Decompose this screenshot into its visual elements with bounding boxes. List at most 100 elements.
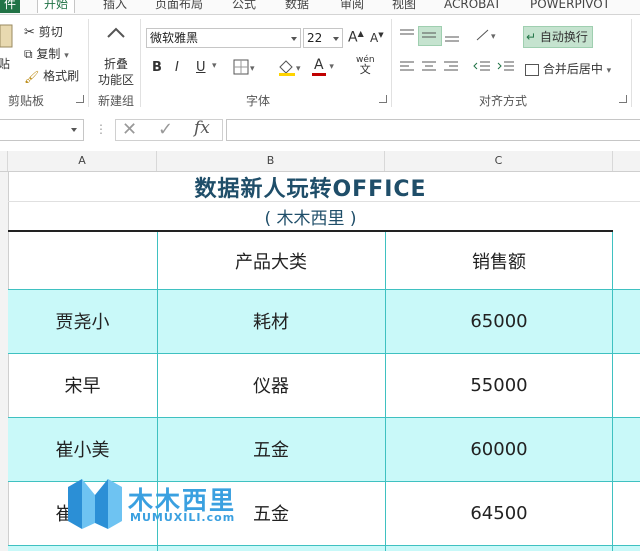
tab-home[interactable]: 开始 [37,0,76,13]
name-box[interactable] [0,119,84,141]
font-color-letter: A [312,57,326,76]
merge-center-label: 合并后居中 [542,62,603,76]
align-right-button[interactable] [442,60,460,77]
header-cell-a[interactable] [8,232,157,289]
tab-formulas[interactable]: 公式 [232,0,256,13]
align-bottom-button[interactable] [443,27,461,46]
format-painter-button[interactable]: 🖌 格式刷 [24,67,79,84]
formula-input[interactable] [226,119,640,141]
table-cell-name[interactable]: 宋早 [8,353,157,417]
collapse-ribbon-icon[interactable] [106,25,126,42]
tab-data[interactable]: 数据 [285,0,309,13]
enter-icon[interactable]: ✓ [158,119,173,140]
watermark-m-icon [68,479,122,529]
sheet-title-cell[interactable]: 数据新人玩转OFFICE [8,172,613,202]
table-cell-category[interactable]: 仪器 [157,353,385,417]
column-header-c[interactable]: C [385,151,613,171]
bold-button[interactable]: B [152,60,162,75]
table-cell-sales[interactable]: 65000 [385,289,613,353]
tab-page-layout[interactable]: 页面布局 [155,0,203,13]
paste-button[interactable] [0,21,14,49]
grid-line [8,289,640,290]
wrap-text-button[interactable]: ↵ 自动换行 [523,26,593,48]
cut-button[interactable]: ✂ 剪切 [24,23,63,40]
svg-text:▾: ▾ [491,32,496,42]
text-orientation-icon: ▾ [476,29,496,42]
grid-line [385,232,386,551]
select-all-corner[interactable] [0,151,8,171]
table-cell-category[interactable]: 耗材 [157,289,385,353]
column-header-d[interactable] [613,151,640,171]
cancel-icon[interactable]: ✕ [122,119,137,140]
tab-review[interactable]: 审阅 [340,0,364,13]
font-name-combo[interactable]: 微软雅黑 [146,28,301,48]
align-left-button[interactable] [398,60,416,77]
copy-label: 复制 [36,47,61,61]
italic-button[interactable]: I [175,60,179,75]
table-cell-sales[interactable]: 64500 [385,481,613,545]
tab-insert[interactable]: 插入 [103,0,127,13]
align-top-button[interactable] [398,27,416,46]
alignment-group-label: 对齐方式 [479,94,528,108]
align-left-icon [400,61,414,71]
table-cell-sales[interactable]: 60000 [385,417,613,481]
collapse-ribbon-label-1[interactable]: 折叠 [104,55,128,72]
svg-text:▾: ▾ [296,64,301,74]
font-launcher-icon[interactable] [379,95,387,103]
tab-file[interactable]: 件 [0,0,21,13]
table-cell-extra[interactable] [613,417,640,481]
watermark-logo: 木木西里 MUMUXILI.com [66,477,266,531]
sheet-subtitle-cell[interactable]: ( 木木西里 ) [8,202,613,230]
underline-button[interactable]: U [196,60,206,75]
increase-indent-icon [497,61,514,71]
table-cell-extra[interactable] [613,289,640,353]
merge-icon [525,63,539,76]
svg-text:▾: ▾ [250,64,255,74]
table-cell-sales[interactable]: 55000 [385,353,613,417]
grid-line [8,417,640,418]
table-cell-category[interactable]: 五金 [157,417,385,481]
phonetic-button[interactable]: wén 文 [356,55,375,75]
fill-bucket-icon: ▾ [279,60,301,76]
more-icon: ⋮ [95,122,107,136]
font-size-combo[interactable]: 22 [303,28,343,48]
font-name-value: 微软雅黑 [150,31,199,45]
header-cell-product-category[interactable]: 产品大类 [157,232,385,289]
insert-function-button[interactable]: fx [194,118,210,138]
wrap-text-label: 自动换行 [539,30,588,44]
orientation-button[interactable]: ▾ [474,27,502,46]
grow-font-letter: A [348,29,358,46]
copy-icon: ⧉ [24,47,33,61]
align-middle-button[interactable] [418,26,442,46]
shrink-font-button[interactable]: A▼ [370,31,384,45]
decrease-indent-button[interactable] [472,60,492,77]
fill-color-button[interactable]: ▾ [276,57,304,80]
table-cell-name[interactable]: 贾尧小 [8,289,157,353]
table-cell-name[interactable]: 崔小美 [8,417,157,481]
copy-button[interactable]: ⧉ 复制 ▾ [24,45,69,62]
font-color-button[interactable]: A ▾ [312,57,334,76]
group-divider [140,19,141,107]
column-header-b[interactable]: B [157,151,385,171]
column-header-a[interactable]: A [8,151,157,171]
chevron-down-icon[interactable]: ▾ [212,61,217,71]
merge-center-button[interactable]: 合并后居中 ▾ [525,60,611,77]
chevron-down-icon [71,128,77,132]
tab-powerpivot[interactable]: POWERPIVOT [530,0,610,13]
align-center-button[interactable] [420,60,438,77]
header-cell-sales[interactable]: 销售额 [385,232,613,289]
alignment-launcher-icon[interactable] [619,95,627,103]
brush-icon: 🖌 [24,69,40,84]
ribbon-tab-bar: 件 开始 插入 页面布局 公式 数据 审阅 视图 ACROBAT POWERPI… [0,0,640,14]
phonetic-bottom: 文 [359,63,371,76]
increase-indent-button[interactable] [496,60,516,77]
group-divider [391,19,392,107]
grow-font-button[interactable]: A▲ [348,29,364,46]
tab-acrobat[interactable]: ACROBAT [444,0,501,13]
clipboard-launcher-icon[interactable] [76,95,84,103]
scissors-icon: ✂ [24,25,35,40]
collapse-ribbon-label-2[interactable]: 功能区 [98,71,134,88]
borders-button[interactable]: ▾ [228,57,258,80]
cut-label: 剪切 [38,25,63,39]
tab-view[interactable]: 视图 [392,0,416,13]
